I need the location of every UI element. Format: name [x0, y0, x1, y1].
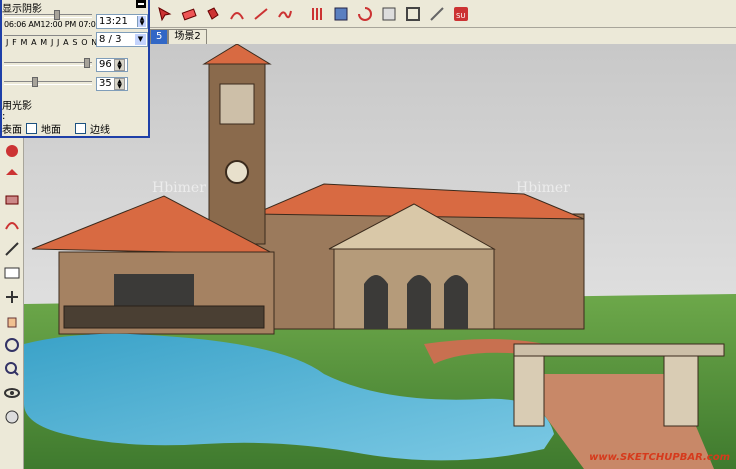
shadow-settings-panel: 显示阴影 06:06 AM12:00 PM 07:08 PM 13:21 ▲ ▼ … — [0, 0, 150, 138]
time-field[interactable]: 13:21 ▲ ▼ — [96, 14, 148, 29]
time-slider-track[interactable] — [4, 14, 92, 18]
offset-left-icon[interactable] — [1, 212, 23, 234]
scene-tab-bar: 5 场景2 — [150, 28, 736, 44]
rotate-tool-icon[interactable] — [354, 3, 376, 25]
dark-slider-thumb[interactable] — [32, 77, 38, 87]
select-tool-icon[interactable] — [154, 3, 176, 25]
watermark-left: Hbimer — [152, 180, 206, 196]
paint-bucket-icon[interactable] — [202, 3, 224, 25]
light-value: 96 — [99, 59, 112, 70]
offset-tool-icon[interactable] — [402, 3, 424, 25]
check-ground-label: 地面 — [41, 125, 61, 136]
line-tool-icon[interactable] — [250, 3, 272, 25]
sketchup-app-icon[interactable]: SU — [450, 3, 472, 25]
ground-checkbox[interactable] — [26, 123, 37, 134]
arc-tool-icon[interactable] — [226, 3, 248, 25]
panel-title: 显示阴影 — [2, 4, 42, 15]
check-edges-label: 边线 — [90, 125, 110, 136]
light-slider-thumb[interactable] — [84, 58, 90, 68]
top-toolbar: SU — [150, 0, 736, 28]
dark-value: 35 — [99, 78, 112, 89]
push-pull-left-icon[interactable] — [1, 164, 23, 186]
time-value: 13:21 — [99, 16, 128, 27]
time-spinner-icon[interactable]: ▲ ▼ — [137, 16, 146, 27]
hand-pan-icon[interactable] — [1, 310, 23, 332]
tape-measure-icon[interactable] — [1, 238, 23, 260]
zoom-icon[interactable] — [1, 358, 23, 380]
use-sun-label: 用光影 — [2, 101, 32, 112]
light-spinner-icon[interactable]: ▲ ▼ — [114, 59, 125, 71]
follow-me-left-icon[interactable] — [1, 188, 23, 210]
scale-tool-icon[interactable] — [378, 3, 400, 25]
axes-tool-icon[interactable] — [1, 286, 23, 308]
watermark-right: Hbimer — [516, 180, 570, 196]
push-pull-icon[interactable] — [306, 3, 328, 25]
orbit-icon[interactable] — [1, 334, 23, 356]
tab-scene-5[interactable]: 5 — [150, 29, 169, 44]
date-value: 8 / 3 — [99, 34, 122, 45]
text-tool-icon[interactable] — [1, 262, 23, 284]
tab-scene-2[interactable]: 场景2 — [168, 29, 207, 44]
date-field[interactable]: 8 / 3 ▼ — [96, 32, 148, 47]
light-slider-track[interactable] — [4, 62, 92, 66]
close-icon[interactable] — [136, 0, 146, 8]
edges-checkbox[interactable] — [75, 123, 86, 134]
eraser-tool-icon[interactable] — [178, 3, 200, 25]
check-faces-label: 表面 — [2, 125, 22, 136]
month-labels: J F M A M J J A S O N D — [6, 38, 108, 47]
brand-watermark: www.SKETCHUPBAR.com — [589, 452, 730, 463]
freehand-tool-icon[interactable] — [274, 3, 296, 25]
left-toolbar — [0, 138, 24, 469]
dark-slider-track[interactable] — [4, 81, 92, 85]
chevron-down-icon[interactable]: ▼ — [135, 34, 146, 45]
move-tool-icon[interactable] — [426, 3, 448, 25]
paint-tool-icon[interactable] — [1, 140, 23, 162]
svg-text:SU: SU — [456, 12, 466, 20]
look-around-icon[interactable] — [1, 382, 23, 404]
walk-icon[interactable] — [1, 406, 23, 428]
follow-me-icon[interactable] — [330, 3, 352, 25]
dark-spinner-icon[interactable]: ▲ ▼ — [114, 78, 125, 90]
display-options: 表面 地面 边线 — [2, 121, 110, 136]
time-slider-thumb[interactable] — [54, 10, 60, 20]
